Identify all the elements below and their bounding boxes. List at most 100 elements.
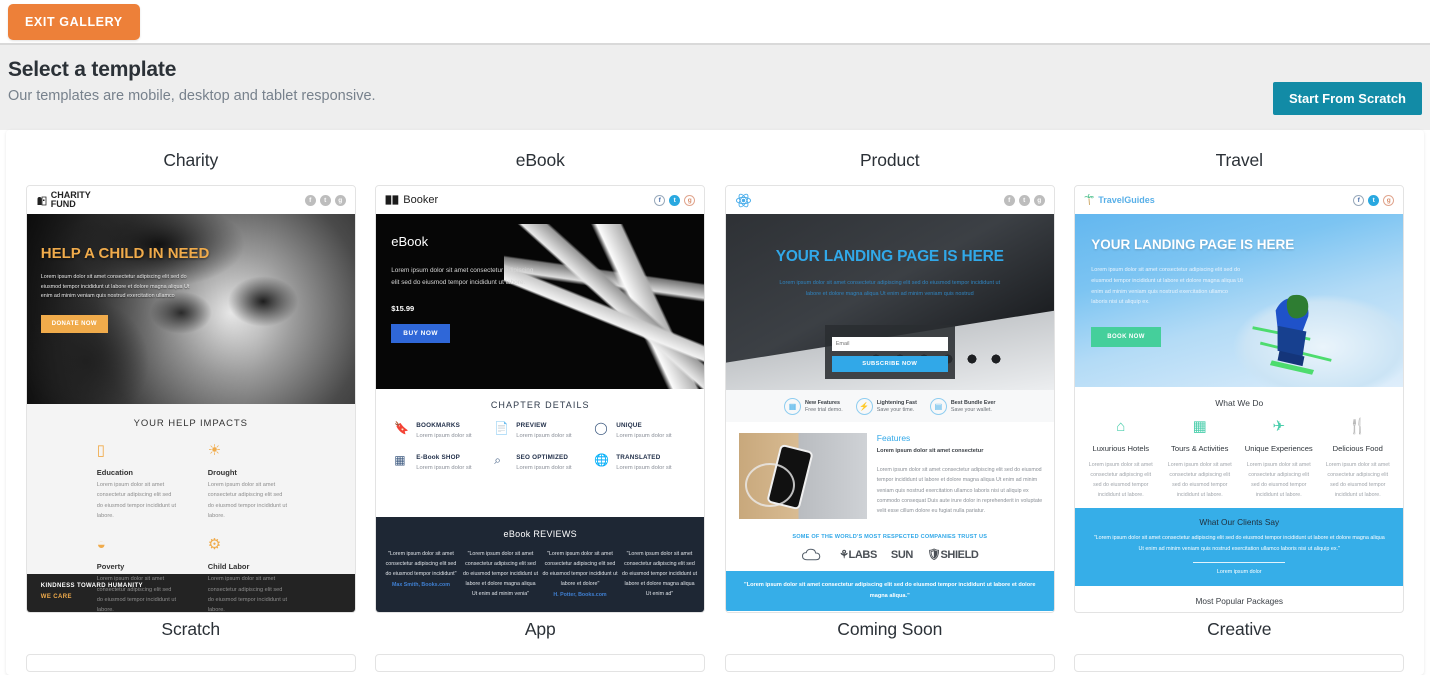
facebook-icon[interactable]: f xyxy=(304,194,316,206)
bowl-icon: ◒ xyxy=(96,536,106,554)
template-card-coming-soon[interactable] xyxy=(724,654,1055,672)
ebook-chapter-section: CHAPTER DETAILS 🔖 BOOKMARKS Lorem ipsum … xyxy=(376,389,705,517)
ebook-feature-title: PREVIEW xyxy=(516,422,547,429)
globe-icon: 🌐 xyxy=(594,453,610,468)
google-plus-icon[interactable]: g xyxy=(334,194,346,206)
ebook-feature: ▦ E-Book SHOP Lorem ipsum dolor sit xyxy=(394,454,494,473)
template-card-app[interactable] xyxy=(375,654,706,672)
google-plus-icon[interactable]: g xyxy=(1383,194,1395,206)
product-features-title: Features xyxy=(876,433,911,443)
ticket-icon: ▦ xyxy=(1192,418,1207,435)
product-social-links[interactable]: f t g xyxy=(1003,194,1045,206)
map-icon: ▤ xyxy=(929,397,947,415)
template-card-scratch[interactable] xyxy=(25,654,356,672)
atom-icon xyxy=(735,193,751,207)
ebook-review-text: "Lorem ipsum dolor sit amet consectetur … xyxy=(621,551,698,598)
travel-testimonial: What Our Clients Say "Lorem ipsum dolor … xyxy=(1075,508,1404,586)
template-cell-ebook: eBook Booker f t g eBook Lorem ipsum dol… xyxy=(375,144,706,613)
travel-social-links[interactable]: f t g xyxy=(1353,194,1395,206)
cutlery-icon: 🍴 xyxy=(1348,418,1368,435)
charity-impact-item: ⚙ Child Labor Lorem ipsum dolor sit amet… xyxy=(207,536,319,612)
ebook-feature: ⌕ SEO OPTIMIZED Lorem ipsum dolor sit xyxy=(494,454,594,473)
template-cell-coming-soon: Coming Soon xyxy=(724,613,1055,672)
ebook-review: "Lorem ipsum dolor sit amet consectetur … xyxy=(383,549,459,602)
travel-service-body: Lorem ipsum dolor sit amet consectetur a… xyxy=(1325,462,1390,499)
charity-logo: CHARITY FUND xyxy=(36,191,91,209)
twitter-icon[interactable]: t xyxy=(319,194,331,206)
bolt-icon: ⚡ xyxy=(855,397,873,415)
ebook-feature-body: Lorem ipsum dolor sit xyxy=(516,465,572,472)
subscribe-button[interactable]: SUBSCRIBE NOW xyxy=(831,356,948,373)
gears-icon: ⚙ xyxy=(207,536,222,554)
template-card-travel[interactable]: TravelGuides f t g YOUR LANDING PAGE IS … xyxy=(1074,185,1405,613)
sun-icon: ☀ xyxy=(207,442,222,459)
magnifier-icon: ⌕ xyxy=(494,453,501,468)
template-card-product[interactable]: f t g YOUR LANDING PAGE IS HERE Lorem ip… xyxy=(724,185,1055,613)
top-bar: EXIT GALLERY xyxy=(0,0,1430,45)
exit-gallery-button[interactable]: EXIT GALLERY xyxy=(8,3,140,40)
ebook-feature: 🔖 BOOKMARKS Lorem ipsum dolor sit xyxy=(394,422,494,441)
google-plus-icon[interactable]: g xyxy=(1033,194,1045,206)
charity-house-icon xyxy=(37,196,47,206)
ebook-feature: ◯ UNIQUE Lorem ipsum dolor sit xyxy=(594,422,694,441)
ebook-feature: 🌐 TRANSLATED Lorem ipsum dolor sit xyxy=(594,454,694,473)
travel-service-body: Lorem ipsum dolor sit amet consectetur a… xyxy=(1088,462,1153,499)
google-plus-icon[interactable]: g xyxy=(684,194,696,206)
ebook-review: "Lorem ipsum dolor sit amet consectetur … xyxy=(463,549,539,602)
ebook-buy-button[interactable]: BUY NOW xyxy=(391,323,451,343)
shop-icon: ▦ xyxy=(394,453,406,468)
product-features-body: Lorem ipsum dolor sit amet consectetur a… xyxy=(876,467,1043,515)
template-name-ebook: eBook xyxy=(515,150,565,170)
twitter-icon[interactable]: t xyxy=(1018,194,1030,206)
template-card-charity[interactable]: CHARITY FUND f t g HELP A CHILD IN NEED … xyxy=(25,185,356,613)
charity-item-title: Drought xyxy=(207,468,237,477)
charity-item-title: Poverty xyxy=(96,562,125,572)
travel-service-title: Luxurious Hotels xyxy=(1092,444,1150,453)
template-cell-travel: Travel TravelGuides f t g YOUR LANDING P… xyxy=(1074,144,1405,613)
twitter-icon[interactable]: t xyxy=(1368,194,1380,206)
template-gallery[interactable]: Charity CHARITY FUND f t g HELP A CHILD … xyxy=(6,130,1424,675)
ebook-reviews-section: eBook REVIEWS "Lorem ipsum dolor sit ame… xyxy=(376,517,705,612)
email-input[interactable] xyxy=(831,337,948,352)
template-card-ebook[interactable]: Booker f t g eBook Lorem ipsum dolor sit… xyxy=(375,185,706,613)
charity-donate-button[interactable]: DONATE NOW xyxy=(40,314,108,333)
ebook-social-links[interactable]: f t g xyxy=(654,194,696,206)
product-feature-strip: ▦ New Features Free trial demo. ⚡ Lighte… xyxy=(725,390,1054,422)
travel-packages-title: Most Popular Packages xyxy=(1195,595,1284,606)
travel-book-button[interactable]: BOOK NOW xyxy=(1091,327,1161,348)
charity-hero-title: HELP A CHILD IN NEED xyxy=(40,245,210,262)
travel-service: ✈ Unique Experiences Lorem ipsum dolor s… xyxy=(1239,419,1318,500)
start-from-scratch-button[interactable]: Start From Scratch xyxy=(1272,82,1422,115)
travel-service-title: Delicious Food xyxy=(1332,444,1383,453)
travel-logo: TravelGuides xyxy=(1084,194,1155,206)
product-subscribe-form[interactable]: SUBSCRIBE NOW xyxy=(824,325,955,380)
card-icon: ▦ xyxy=(783,397,801,415)
ebook-feature: 📄 PREVIEW Lorem ipsum dolor sit xyxy=(494,422,594,441)
template-name-charity: Charity xyxy=(163,150,219,170)
product-hero-body: Lorem ipsum dolor sit amet consectetur a… xyxy=(779,280,1001,297)
product-feature-title: Best Bundle Ever xyxy=(950,399,996,406)
travel-logo-text: TravelGuides xyxy=(1098,195,1155,205)
product-quote-banner: "Lorem ipsum dolor sit amet consectetur … xyxy=(725,571,1054,612)
charity-nav: CHARITY FUND f t g xyxy=(26,186,355,214)
travel-hero-title: YOUR LANDING PAGE IS HERE xyxy=(1091,237,1295,252)
template-card-creative[interactable] xyxy=(1074,654,1405,672)
charity-item-title: Education xyxy=(96,468,134,477)
template-name-coming-soon: Coming Soon xyxy=(837,619,943,639)
ebook-feature-body: Lorem ipsum dolor sit xyxy=(416,433,472,439)
product-feature: ⚡ Lightening Fast Save your time. xyxy=(855,397,917,415)
charity-item-body: Lorem ipsum dolor sit amet consectetur a… xyxy=(207,482,288,520)
travel-service-body: Lorem ipsum dolor sit amet consectetur a… xyxy=(1246,462,1311,499)
twitter-icon[interactable]: t xyxy=(669,194,681,206)
ebook-reviews-title: eBook REVIEWS xyxy=(503,529,577,539)
facebook-icon[interactable]: f xyxy=(654,194,666,206)
bookmark-icon: 🔖 xyxy=(394,421,410,435)
template-name-creative: Creative xyxy=(1207,619,1272,639)
product-hero: YOUR LANDING PAGE IS HERE Lorem ipsum do… xyxy=(725,214,1054,390)
facebook-icon[interactable]: f xyxy=(1353,194,1365,206)
charity-social-links[interactable]: f t g xyxy=(304,194,346,206)
travel-service-title: Unique Experiences xyxy=(1244,444,1313,453)
charity-item-title: Child Labor xyxy=(207,562,250,572)
travel-testimonial-title: What Our Clients Say xyxy=(1199,517,1280,528)
facebook-icon[interactable]: f xyxy=(1003,194,1015,206)
